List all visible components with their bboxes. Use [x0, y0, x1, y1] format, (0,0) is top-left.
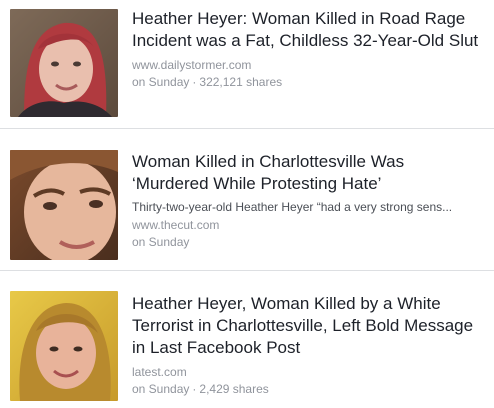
article-meta: on Sunday — [132, 234, 480, 250]
meta-separator: · — [192, 382, 197, 396]
article-thumbnail[interactable] — [10, 150, 118, 260]
list-item[interactable]: Heather Heyer, Woman Killed by a White T… — [0, 271, 494, 408]
article-title[interactable]: Heather Heyer, Woman Killed by a White T… — [132, 293, 480, 359]
article-text: Heather Heyer: Woman Killed in Road Rage… — [132, 8, 480, 90]
article-snippet: Thirty-two-year-old Heather Heyer “had a… — [132, 200, 453, 214]
portrait-image — [10, 150, 118, 260]
list-item[interactable]: Heather Heyer: Woman Killed in Road Rage… — [0, 0, 494, 128]
article-meta: on Sunday · 2,429 shares — [132, 381, 480, 397]
article-thumbnail[interactable] — [10, 9, 118, 117]
list-item[interactable]: Woman Killed in Charlottesville Was ‘Mur… — [0, 129, 494, 270]
share-count[interactable]: 2,429 shares — [199, 382, 268, 396]
portrait-image — [10, 291, 118, 401]
article-thumbnail[interactable] — [10, 291, 118, 401]
portrait-image — [10, 9, 118, 117]
article-title[interactable]: Heather Heyer: Woman Killed in Road Rage… — [132, 8, 480, 52]
article-domain: www.dailystormer.com — [132, 58, 252, 72]
article-meta: on Sunday · 322,121 shares — [132, 74, 480, 90]
share-count[interactable]: 322,121 shares — [199, 75, 282, 89]
article-text: Woman Killed in Charlottesville Was ‘Mur… — [132, 151, 480, 250]
article-title[interactable]: Woman Killed in Charlottesville Was ‘Mur… — [132, 151, 480, 195]
article-time: on Sunday — [132, 382, 190, 396]
news-feed: Heather Heyer: Woman Killed in Road Rage… — [0, 0, 494, 408]
article-text: Heather Heyer, Woman Killed by a White T… — [132, 293, 480, 397]
article-time: on Sunday — [132, 235, 190, 249]
article-domain: www.thecut.com — [132, 218, 220, 232]
article-time: on Sunday — [132, 75, 190, 89]
article-domain: latest.com — [132, 365, 187, 379]
meta-separator: · — [192, 75, 197, 89]
